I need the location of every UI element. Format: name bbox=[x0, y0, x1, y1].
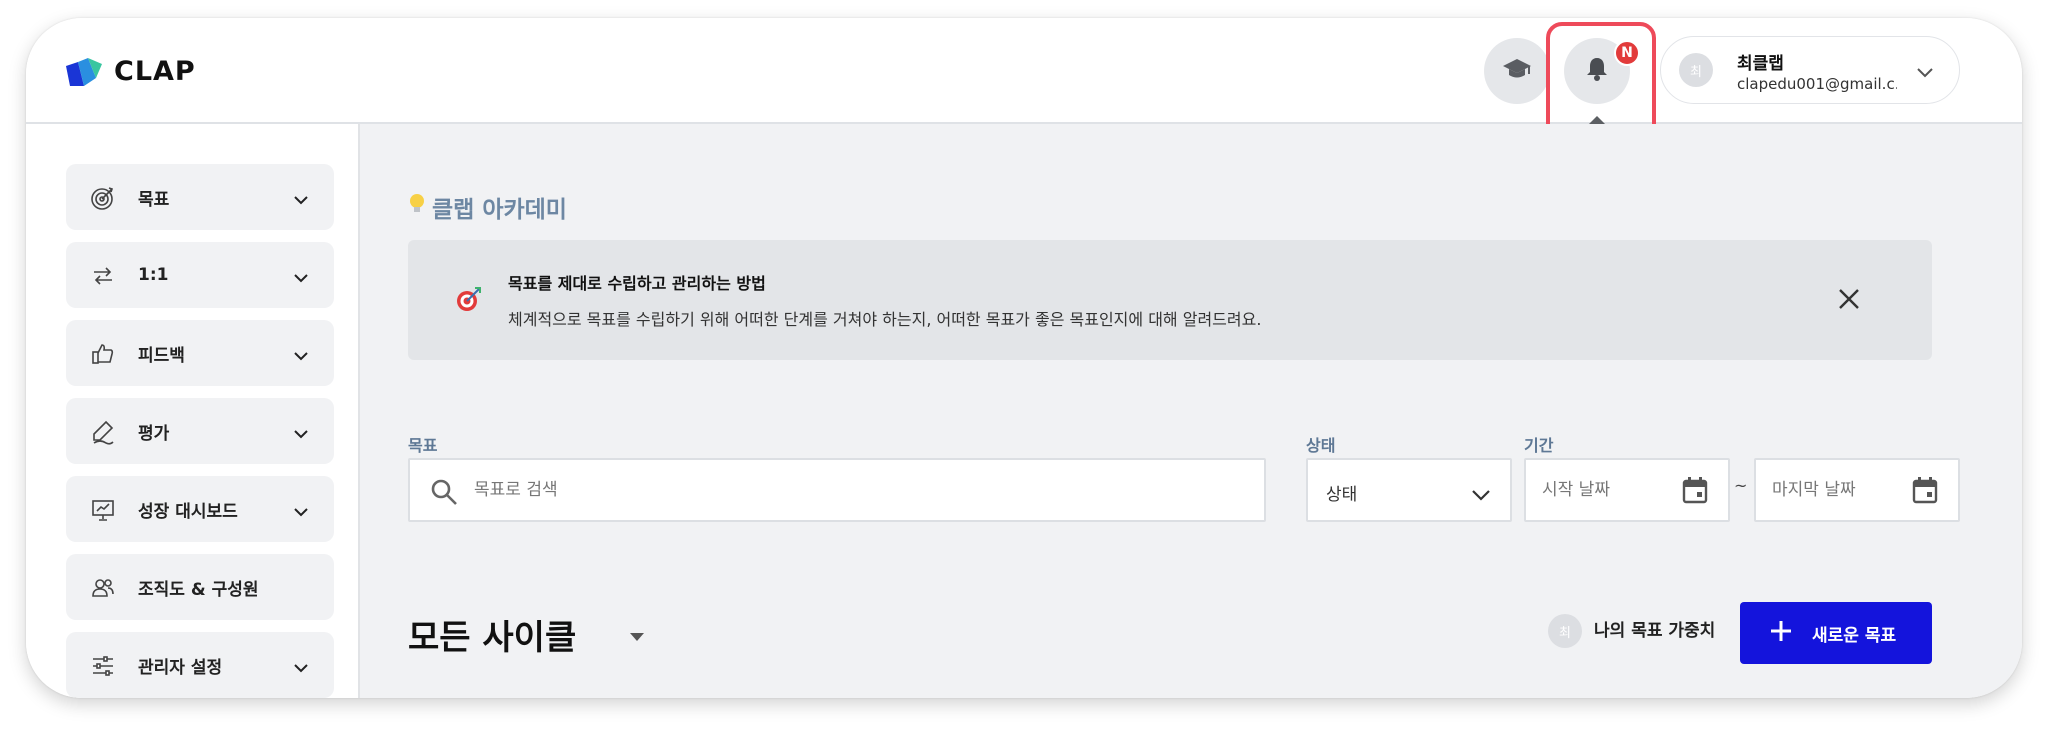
dashboard-icon bbox=[90, 497, 116, 523]
search-icon bbox=[430, 478, 458, 510]
sidebar: 목표 1:1 피드백 평가 성장 대시보드 조직도 & 구성원 관리자 설정 bbox=[26, 124, 360, 698]
calendar-icon[interactable] bbox=[1912, 476, 1938, 508]
start-date-field[interactable] bbox=[1524, 458, 1730, 522]
goal-search-field[interactable] bbox=[408, 458, 1266, 522]
pen-icon bbox=[90, 419, 116, 445]
period-filter-label: 기간 bbox=[1524, 436, 1554, 455]
user-name: 최클랩 bbox=[1737, 54, 1784, 74]
sidebar-item-label: 1:1 bbox=[138, 265, 169, 285]
chevron-down-icon bbox=[1917, 63, 1933, 82]
plus-icon bbox=[1770, 620, 1792, 647]
lightbulb-icon bbox=[408, 192, 426, 222]
sidebar-item-evaluation[interactable]: 평가 bbox=[66, 398, 334, 464]
people-icon bbox=[90, 575, 116, 601]
search-input[interactable] bbox=[474, 460, 1244, 520]
status-select[interactable]: 상태 bbox=[1306, 458, 1512, 522]
academy-title-text: 클랩 아카데미 bbox=[432, 197, 567, 223]
academy-button[interactable] bbox=[1484, 38, 1550, 104]
exchange-icon bbox=[90, 263, 116, 289]
chevron-down-icon bbox=[294, 346, 308, 365]
bell-icon bbox=[1585, 56, 1609, 86]
avatar: 최 bbox=[1679, 53, 1713, 87]
chevron-down-icon bbox=[294, 190, 308, 209]
sidebar-item-admin-settings[interactable]: 관리자 설정 bbox=[66, 632, 334, 698]
top-header: CLAP N 할일 최 최클랩 c bbox=[26, 18, 2022, 176]
graduation-cap-icon bbox=[1502, 57, 1532, 85]
goal-weight-link[interactable]: 나의 목표 가중치 bbox=[1594, 616, 1715, 641]
sidebar-item-feedback[interactable]: 피드백 bbox=[66, 320, 334, 386]
target-icon bbox=[90, 185, 116, 211]
goal-filter-label: 목표 bbox=[408, 436, 438, 455]
avatar: 최 bbox=[1548, 614, 1582, 648]
status-filter-label: 상태 bbox=[1306, 436, 1336, 455]
sidebar-item-label: 평가 bbox=[138, 423, 170, 444]
sidebar-item-label: 조직도 & 구성원 bbox=[138, 579, 259, 600]
status-select-value: 상태 bbox=[1326, 485, 1358, 505]
chevron-down-icon bbox=[294, 268, 308, 287]
close-icon[interactable] bbox=[1838, 288, 1860, 314]
date-range-separator: ~ bbox=[1734, 476, 1748, 495]
main-content: 클랩 아카데미 목표를 제대로 수립하고 관리하는 방법 체계적으로 목표를 수… bbox=[360, 124, 2022, 698]
clap-logo-icon bbox=[66, 57, 106, 86]
notification-badge: N bbox=[1614, 40, 1640, 66]
start-date-input[interactable] bbox=[1542, 460, 1672, 520]
caret-down-icon[interactable] bbox=[628, 628, 646, 647]
sidebar-item-one-on-one[interactable]: 1:1 bbox=[66, 242, 334, 308]
dart-target-icon bbox=[456, 286, 482, 316]
user-profile-menu[interactable]: 최 최클랩 clapedu001@gmail.c... bbox=[1660, 36, 1960, 104]
sidebar-item-goals[interactable]: 목표 bbox=[66, 164, 334, 230]
academy-banner[interactable]: 목표를 제대로 수립하고 관리하는 방법 체계적으로 목표를 수립하기 위해 어… bbox=[408, 240, 1932, 360]
academy-section-title: 클랩 아카데미 bbox=[408, 190, 567, 224]
clap-logo[interactable]: CLAP bbox=[66, 56, 196, 87]
sidebar-item-growth-dashboard[interactable]: 성장 대시보드 bbox=[66, 476, 334, 542]
user-email: clapedu001@gmail.c... bbox=[1737, 75, 1897, 93]
chevron-down-icon bbox=[1472, 486, 1490, 505]
sidebar-item-label: 목표 bbox=[138, 189, 170, 210]
thumbs-up-icon bbox=[90, 341, 116, 367]
banner-description: 체계적으로 목표를 수립하기 위해 어떠한 단계를 거쳐야 하는지, 어떠한 목… bbox=[508, 310, 1262, 329]
end-date-input[interactable] bbox=[1772, 460, 1902, 520]
sidebar-item-label: 피드백 bbox=[138, 345, 185, 366]
sidebar-item-org-chart[interactable]: 조직도 & 구성원 bbox=[66, 554, 334, 620]
calendar-icon[interactable] bbox=[1682, 476, 1708, 508]
sliders-icon bbox=[90, 653, 116, 679]
new-goal-button-label: 새로운 목표 bbox=[1812, 625, 1897, 646]
sidebar-item-label: 관리자 설정 bbox=[138, 657, 223, 678]
app-window: CLAP N 할일 최 최클랩 c bbox=[26, 18, 2022, 698]
banner-title: 목표를 제대로 수립하고 관리하는 방법 bbox=[508, 274, 766, 293]
app-name: CLAP bbox=[114, 56, 196, 87]
chevron-down-icon bbox=[294, 658, 308, 677]
cycle-selector-title[interactable]: 모든 사이클 bbox=[408, 610, 576, 659]
end-date-field[interactable] bbox=[1754, 458, 1960, 522]
chevron-down-icon bbox=[294, 502, 308, 521]
sidebar-item-label: 성장 대시보드 bbox=[138, 501, 238, 522]
chevron-down-icon bbox=[294, 424, 308, 443]
new-goal-button[interactable]: 새로운 목표 bbox=[1740, 602, 1932, 664]
